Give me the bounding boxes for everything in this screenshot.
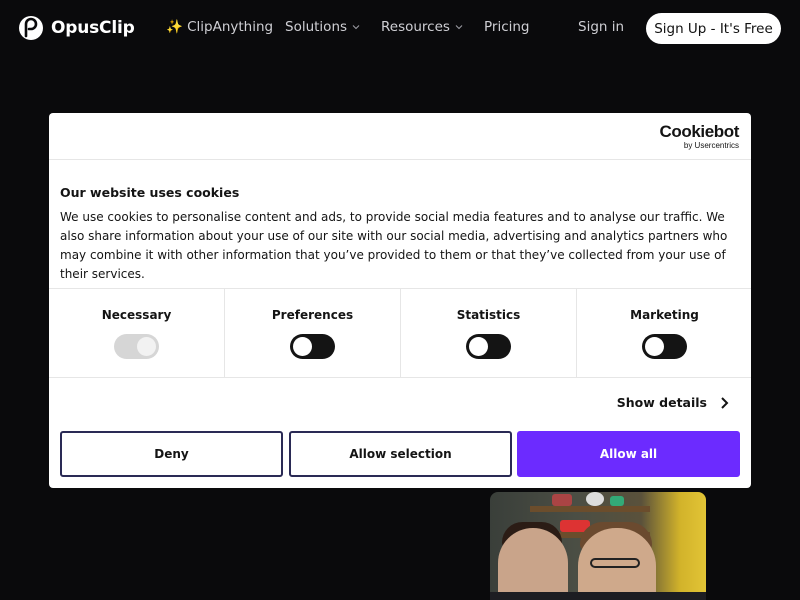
nav-link-label: Pricing bbox=[484, 19, 530, 35]
cookie-category-preferences: Preferences bbox=[225, 289, 400, 377]
thumbnail-shelf-item bbox=[586, 492, 604, 506]
background-video-thumbnail bbox=[490, 492, 706, 600]
toggle-knob bbox=[469, 337, 488, 356]
nav-link-label: Solutions bbox=[285, 19, 348, 35]
brand-logo[interactable]: OpusClip bbox=[18, 15, 135, 41]
sign-up-button[interactable]: Sign Up - It's Free bbox=[646, 13, 781, 44]
show-details-label: Show details bbox=[616, 395, 707, 410]
marketing-toggle[interactable] bbox=[642, 334, 687, 359]
cookie-category-statistics: Statistics bbox=[401, 289, 576, 377]
nav-link-solutions[interactable]: Solutions bbox=[285, 19, 361, 35]
sign-in-label: Sign in bbox=[578, 19, 625, 35]
preferences-toggle[interactable] bbox=[290, 334, 335, 359]
nav-link-pricing[interactable]: Pricing bbox=[484, 19, 530, 35]
opusclip-logo-icon bbox=[19, 16, 43, 40]
thumbnail-shelf bbox=[530, 506, 650, 512]
divider bbox=[49, 159, 751, 160]
necessary-toggle bbox=[114, 334, 159, 359]
cookiebot-logo-subtitle: by Usercentrics bbox=[683, 141, 739, 150]
category-label: Marketing bbox=[630, 308, 699, 322]
category-label: Necessary bbox=[101, 308, 172, 322]
cookiebot-logo-name: Cookiebot bbox=[659, 122, 739, 141]
cookie-dialog-title: Our website uses cookies bbox=[60, 185, 240, 200]
category-label: Statistics bbox=[456, 308, 521, 322]
cookie-category-marketing: Marketing bbox=[577, 289, 752, 377]
sign-in-link[interactable]: Sign in bbox=[578, 19, 624, 35]
toggle-knob bbox=[645, 337, 664, 356]
cookie-consent-dialog: Cookiebot by Usercentrics Our website us… bbox=[49, 113, 751, 488]
thumbnail-shelf-item bbox=[552, 494, 572, 506]
cookiebot-logo: Cookiebot by Usercentrics bbox=[659, 122, 739, 151]
category-label: Preferences bbox=[271, 308, 354, 322]
nav-link-clipanything[interactable]: ✨ ClipAnything bbox=[166, 19, 273, 35]
allow-selection-button[interactable]: Allow selection bbox=[289, 431, 512, 477]
nav-link-label: ✨ ClipAnything bbox=[166, 19, 274, 35]
show-details-link[interactable]: Show details bbox=[617, 395, 729, 410]
thumbnail-clothing bbox=[490, 592, 706, 600]
divider bbox=[49, 377, 751, 378]
nav-link-label: Resources bbox=[381, 19, 450, 35]
cookie-category-necessary: Necessary bbox=[49, 289, 224, 377]
statistics-toggle[interactable] bbox=[466, 334, 511, 359]
toggle-knob bbox=[137, 337, 156, 356]
nav-link-resources[interactable]: Resources bbox=[381, 19, 464, 35]
thumbnail-shelf-item bbox=[610, 496, 624, 506]
cookie-dialog-description: We use cookies to personalise content an… bbox=[60, 210, 728, 281]
deny-button[interactable]: Deny bbox=[60, 431, 283, 477]
chevron-right-icon bbox=[721, 396, 729, 409]
top-navigation: OpusClip ✨ ClipAnything Solutions Resour… bbox=[0, 0, 800, 56]
allow-all-button[interactable]: Allow all bbox=[517, 431, 740, 477]
toggle-knob bbox=[293, 337, 312, 356]
chevron-down-icon bbox=[352, 25, 360, 30]
thumbnail-glasses bbox=[590, 558, 640, 568]
thumbnail-person bbox=[498, 528, 568, 600]
brand-name: OpusClip bbox=[51, 18, 135, 38]
chevron-down-icon bbox=[455, 25, 463, 30]
